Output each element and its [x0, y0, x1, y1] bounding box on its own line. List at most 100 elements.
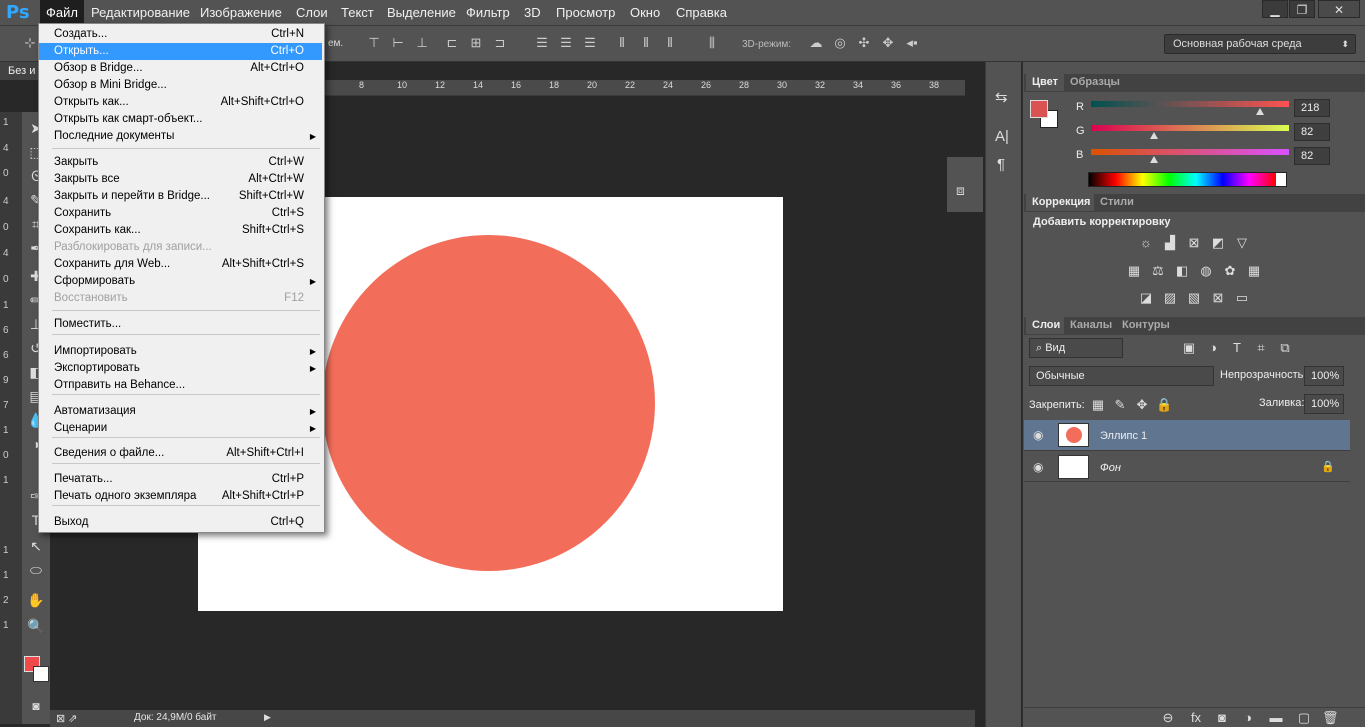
file-menu-item[interactable]: Поместить... — [39, 316, 322, 333]
eye-icon[interactable]: ◉ — [1033, 428, 1047, 442]
file-menu-item[interactable]: Сценарии ▶ — [39, 420, 322, 437]
selective-color-icon[interactable]: ⊠ — [1210, 290, 1226, 306]
tab-paths[interactable]: Контуры — [1116, 317, 1176, 334]
status-menu-arrow-icon[interactable]: ▶ — [264, 712, 271, 723]
file-menu-item[interactable]: Печатать... Ctrl+P — [39, 471, 322, 488]
hand-tool-icon[interactable]: ✋ — [26, 590, 46, 610]
path-select-tool-icon[interactable]: ↖ — [26, 536, 46, 556]
quick-mask-icon[interactable]: ◙ — [26, 696, 46, 716]
channel-g-slider[interactable] — [1091, 125, 1289, 131]
layer-filter-select[interactable]: ⌕ Вид — [1029, 338, 1123, 358]
menu-3d[interactable]: 3D — [518, 0, 547, 26]
align-top-icon[interactable]: ⊤ — [366, 35, 382, 51]
vibrance-icon[interactable]: ▽ — [1234, 235, 1250, 251]
tab-adjustments[interactable]: Коррекция — [1026, 194, 1097, 211]
channel-r-thumb[interactable] — [1256, 108, 1265, 115]
new-group-icon[interactable]: ▬ — [1268, 710, 1284, 726]
ellipse-tool-icon[interactable]: ⬭ — [26, 560, 46, 580]
file-menu-item[interactable]: Автоматизация ▶ — [39, 403, 322, 420]
file-menu-item[interactable]: Отправить на Behance... — [39, 377, 322, 394]
minimize-button[interactable]: ▁ — [1262, 0, 1288, 18]
eye-icon[interactable]: ◉ — [1033, 460, 1047, 474]
close-button[interactable]: ✕ — [1318, 0, 1360, 18]
gradient-map-icon[interactable]: ▭ — [1234, 290, 1250, 306]
background-color-swatch[interactable] — [33, 666, 49, 682]
distribute-bottom-icon[interactable]: ☰ — [582, 35, 598, 51]
tab-channels[interactable]: Каналы — [1064, 317, 1119, 334]
align-left-icon[interactable]: ⊏ — [444, 35, 460, 51]
threshold-icon[interactable]: ▧ — [1186, 290, 1202, 306]
move-tool-icon[interactable]: ⊹ — [22, 35, 38, 51]
filter-adjustment-icon[interactable]: ◑ — [1205, 340, 1221, 356]
distribute-right-icon[interactable]: ⦀ — [662, 35, 678, 51]
status-icon[interactable]: ⊠ ⇗ — [56, 712, 78, 725]
exposure-icon[interactable]: ◩ — [1210, 235, 1226, 251]
align-bottom-icon[interactable]: ⊥ — [414, 35, 430, 51]
channel-b-thumb[interactable] — [1150, 156, 1159, 163]
menu-select[interactable]: Выделение — [381, 0, 462, 26]
align-vcenter-icon[interactable]: ⊢ — [390, 35, 406, 51]
file-menu-item[interactable]: Закрыть Ctrl+W — [39, 154, 322, 171]
posterize-icon[interactable]: ▨ — [1162, 290, 1178, 306]
character-panel-icon[interactable]: A| — [995, 128, 1009, 145]
color-lookup-icon[interactable]: ▦ — [1246, 263, 1262, 279]
file-menu-item[interactable]: Закрыть и перейти в Bridge... Shift+Ctrl+… — [39, 188, 322, 205]
file-menu-item[interactable]: Открыть... Ctrl+O — [39, 43, 322, 60]
trash-icon[interactable]: 🗑 — [1322, 710, 1339, 726]
invert-icon[interactable]: ◪ — [1138, 290, 1154, 306]
channel-b-slider[interactable] — [1091, 149, 1289, 155]
foreground-color-swatch[interactable] — [1030, 100, 1048, 118]
new-adjustment-icon[interactable]: ◑ — [1240, 710, 1256, 726]
menu-help[interactable]: Справка — [670, 0, 733, 26]
menu-text[interactable]: Текст — [335, 0, 380, 26]
menu-view[interactable]: Просмотр — [550, 0, 621, 26]
filter-type-icon[interactable]: T — [1229, 340, 1245, 356]
file-menu-item[interactable]: Сохранить Ctrl+S — [39, 205, 322, 222]
3d-roll-icon[interactable]: ◎ — [832, 35, 848, 51]
align-hcenter-icon[interactable]: ⊞ — [468, 35, 484, 51]
hue-saturation-icon[interactable]: ▦ — [1126, 263, 1142, 279]
ellipse-shape[interactable] — [322, 235, 655, 571]
distribute-hcenter-icon[interactable]: ⦀ — [638, 35, 654, 51]
file-menu-item[interactable]: Создать... Ctrl+N — [39, 26, 322, 43]
tab-swatches[interactable]: Образцы — [1064, 74, 1126, 91]
brightness-icon[interactable]: ☼ — [1138, 235, 1154, 251]
photo-filter-icon[interactable]: ◍ — [1198, 263, 1214, 279]
file-menu-item[interactable]: Выход Ctrl+Q — [39, 514, 322, 531]
channel-mixer-icon[interactable]: ✿ — [1222, 263, 1238, 279]
3d-orbit-icon[interactable]: ☁ — [808, 35, 824, 51]
channel-r-value[interactable]: 218 — [1294, 99, 1330, 117]
black-white-icon[interactable]: ◧ — [1174, 263, 1190, 279]
menu-filter[interactable]: Фильтр — [460, 0, 516, 26]
filter-pixel-icon[interactable]: ▣ — [1181, 340, 1197, 356]
3d-scale-icon[interactable]: ◂▪ — [904, 35, 920, 51]
new-layer-icon[interactable]: ▢ — [1296, 710, 1312, 726]
channel-r-slider[interactable] — [1091, 101, 1289, 107]
file-menu-item[interactable]: Последние документы ▶ — [39, 128, 322, 145]
align-right-icon[interactable]: ⊐ — [492, 35, 508, 51]
filter-shape-icon[interactable]: ⌗ — [1253, 340, 1269, 356]
3d-slide-icon[interactable]: ✥ — [880, 35, 896, 51]
layer-name[interactable]: Фон — [1100, 462, 1121, 474]
file-menu-item[interactable]: Открыть как смарт-объект... — [39, 111, 322, 128]
distribute-vcenter-icon[interactable]: ☰ — [558, 35, 574, 51]
menu-window[interactable]: Окно — [624, 0, 666, 26]
3d-panel-icon[interactable]: ⧈ — [956, 182, 965, 199]
file-menu-item[interactable]: Сохранить как... Shift+Ctrl+S — [39, 222, 322, 239]
filter-smart-object-icon[interactable]: ⧉ — [1277, 340, 1293, 356]
levels-icon[interactable]: ▟ — [1162, 235, 1178, 251]
lock-position-icon[interactable]: ✥ — [1134, 397, 1150, 413]
paragraph-panel-icon[interactable]: ¶ — [997, 156, 1005, 173]
zoom-tool-icon[interactable]: 🔍 — [26, 616, 46, 636]
file-menu-item[interactable]: Обзор в Bridge... Alt+Ctrl+O — [39, 60, 322, 77]
lock-pixels-icon[interactable]: ✎ — [1112, 397, 1128, 413]
3d-pan-icon[interactable]: ✣ — [856, 35, 872, 51]
file-menu-item[interactable]: Импортировать ▶ — [39, 343, 322, 360]
link-layers-icon[interactable]: ⊖ — [1160, 710, 1176, 726]
file-menu-item[interactable]: Экспортировать ▶ — [39, 360, 322, 377]
layer-name[interactable]: Эллипс 1 — [1100, 430, 1147, 442]
file-menu-item[interactable]: Открыть как... Alt+Shift+Ctrl+O — [39, 94, 322, 111]
channel-b-value[interactable]: 82 — [1294, 147, 1330, 165]
distribute-top-icon[interactable]: ☰ — [534, 35, 550, 51]
lock-transparent-icon[interactable]: ▦ — [1090, 397, 1106, 413]
